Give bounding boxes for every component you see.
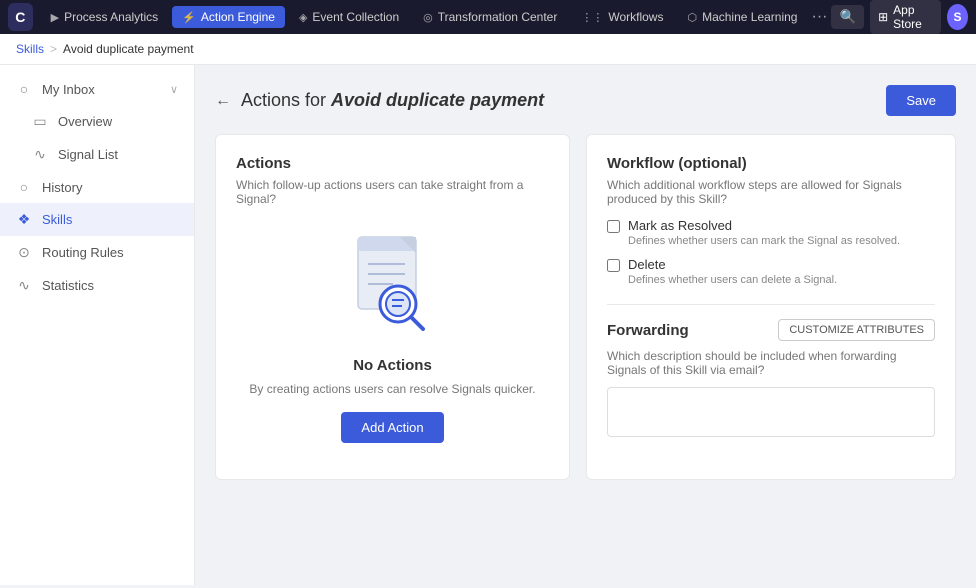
nav-process-analytics[interactable]: ▶ Process Analytics	[41, 6, 169, 28]
actions-card-title: Actions	[236, 155, 549, 172]
nav-transformation-center[interactable]: ◎ Transformation Center	[413, 6, 567, 28]
delete-description: Defines whether users can delete a Signa…	[628, 274, 837, 286]
appstore-button[interactable]: ⊞ App Store	[870, 0, 941, 34]
breadcrumb: Skills > Avoid duplicate payment	[0, 34, 976, 65]
main-layout: ○ My Inbox ∨ ▭ Overview ∿ Signal List ○ …	[0, 65, 976, 585]
statistics-icon: ∿	[16, 277, 32, 294]
process-analytics-icon: ▶	[51, 11, 59, 24]
forwarding-textarea[interactable]	[607, 387, 935, 437]
signal-list-icon: ∿	[32, 146, 48, 163]
card-divider	[607, 304, 935, 305]
transformation-center-icon: ◎	[423, 11, 433, 24]
inbox-icon: ○	[16, 81, 32, 97]
breadcrumb-separator: >	[50, 42, 57, 56]
history-icon: ○	[16, 179, 32, 195]
workflow-section: Workflow (optional) Which additional wor…	[607, 155, 935, 286]
page-title: Actions for Avoid duplicate payment	[241, 90, 544, 111]
no-actions-area: No Actions By creating actions users can…	[236, 222, 549, 459]
routing-rules-icon: ⊙	[16, 244, 32, 261]
nav-action-engine[interactable]: ⚡ Action Engine	[172, 6, 285, 28]
mark-resolved-checkbox[interactable]	[607, 220, 620, 233]
sidebar: ○ My Inbox ∨ ▭ Overview ∿ Signal List ○ …	[0, 65, 195, 585]
sidebar-item-signal-list[interactable]: ∿ Signal List	[0, 138, 194, 171]
forwarding-header: Forwarding CUSTOMIZE ATTRIBUTES	[607, 319, 935, 341]
nav-event-collection[interactable]: ◈ Event Collection	[289, 6, 409, 28]
skills-icon: ❖	[16, 211, 32, 228]
workflow-card: Workflow (optional) Which additional wor…	[586, 134, 956, 480]
action-engine-icon: ⚡	[182, 11, 196, 24]
sidebar-item-history[interactable]: ○ History	[0, 171, 194, 203]
delete-label[interactable]: Delete	[628, 257, 666, 272]
forwarding-title: Forwarding	[607, 322, 689, 339]
workflows-icon: ⋮⋮	[581, 11, 603, 24]
user-avatar[interactable]: S	[947, 4, 968, 30]
save-button[interactable]: Save	[886, 85, 956, 116]
actions-card-subtitle: Which follow-up actions users can take s…	[236, 178, 549, 206]
mark-resolved-checkbox-row: Mark as Resolved Defines whether users c…	[607, 218, 935, 247]
appstore-icon: ⊞	[878, 10, 888, 24]
sidebar-item-statistics[interactable]: ∿ Statistics	[0, 269, 194, 302]
page-header-left: ← Actions for Avoid duplicate payment	[215, 90, 544, 111]
event-collection-icon: ◈	[299, 11, 307, 24]
breadcrumb-skills-link[interactable]: Skills	[16, 42, 44, 56]
workflow-card-description: Which additional workflow steps are allo…	[607, 178, 935, 206]
forwarding-description: Which description should be included whe…	[607, 349, 935, 377]
inbox-expand-icon: ∨	[170, 83, 178, 96]
search-button[interactable]: 🔍	[831, 5, 864, 29]
cards-row: Actions Which follow-up actions users ca…	[215, 134, 956, 480]
machine-learning-icon: ⬡	[687, 11, 697, 24]
mark-resolved-description: Defines whether users can mark the Signa…	[628, 235, 900, 247]
delete-checkbox[interactable]	[607, 259, 620, 272]
mark-resolved-label[interactable]: Mark as Resolved	[628, 218, 732, 233]
no-actions-description: By creating actions users can resolve Si…	[249, 382, 535, 396]
sidebar-item-overview[interactable]: ▭ Overview	[0, 105, 194, 138]
workflow-card-title: Workflow (optional)	[607, 155, 935, 172]
main-content: ← Actions for Avoid duplicate payment Sa…	[195, 65, 976, 585]
overview-icon: ▭	[32, 113, 48, 130]
back-button[interactable]: ←	[215, 92, 231, 110]
more-nav-items[interactable]: ···	[811, 8, 827, 26]
sidebar-item-routing-rules[interactable]: ⊙ Routing Rules	[0, 236, 194, 269]
top-navigation: C ▶ Process Analytics ⚡ Action Engine ◈ …	[0, 0, 976, 34]
topnav-right-area: 🔍 ⊞ App Store S	[831, 0, 968, 34]
customize-attributes-button[interactable]: CUSTOMIZE ATTRIBUTES	[778, 319, 935, 341]
nav-workflows[interactable]: ⋮⋮ Workflows	[571, 6, 673, 28]
sidebar-item-my-inbox[interactable]: ○ My Inbox ∨	[0, 73, 194, 105]
delete-checkbox-row: Delete Defines whether users can delete …	[607, 257, 935, 286]
no-actions-title: No Actions	[353, 357, 432, 374]
breadcrumb-current: Avoid duplicate payment	[63, 42, 194, 56]
nav-machine-learning[interactable]: ⬡ Machine Learning	[677, 6, 807, 28]
actions-card: Actions Which follow-up actions users ca…	[215, 134, 570, 480]
page-header: ← Actions for Avoid duplicate payment Sa…	[215, 85, 956, 116]
logo[interactable]: C	[8, 3, 33, 31]
sidebar-item-skills[interactable]: ❖ Skills	[0, 203, 194, 236]
add-action-button[interactable]: Add Action	[341, 412, 443, 443]
no-actions-illustration	[343, 232, 443, 345]
